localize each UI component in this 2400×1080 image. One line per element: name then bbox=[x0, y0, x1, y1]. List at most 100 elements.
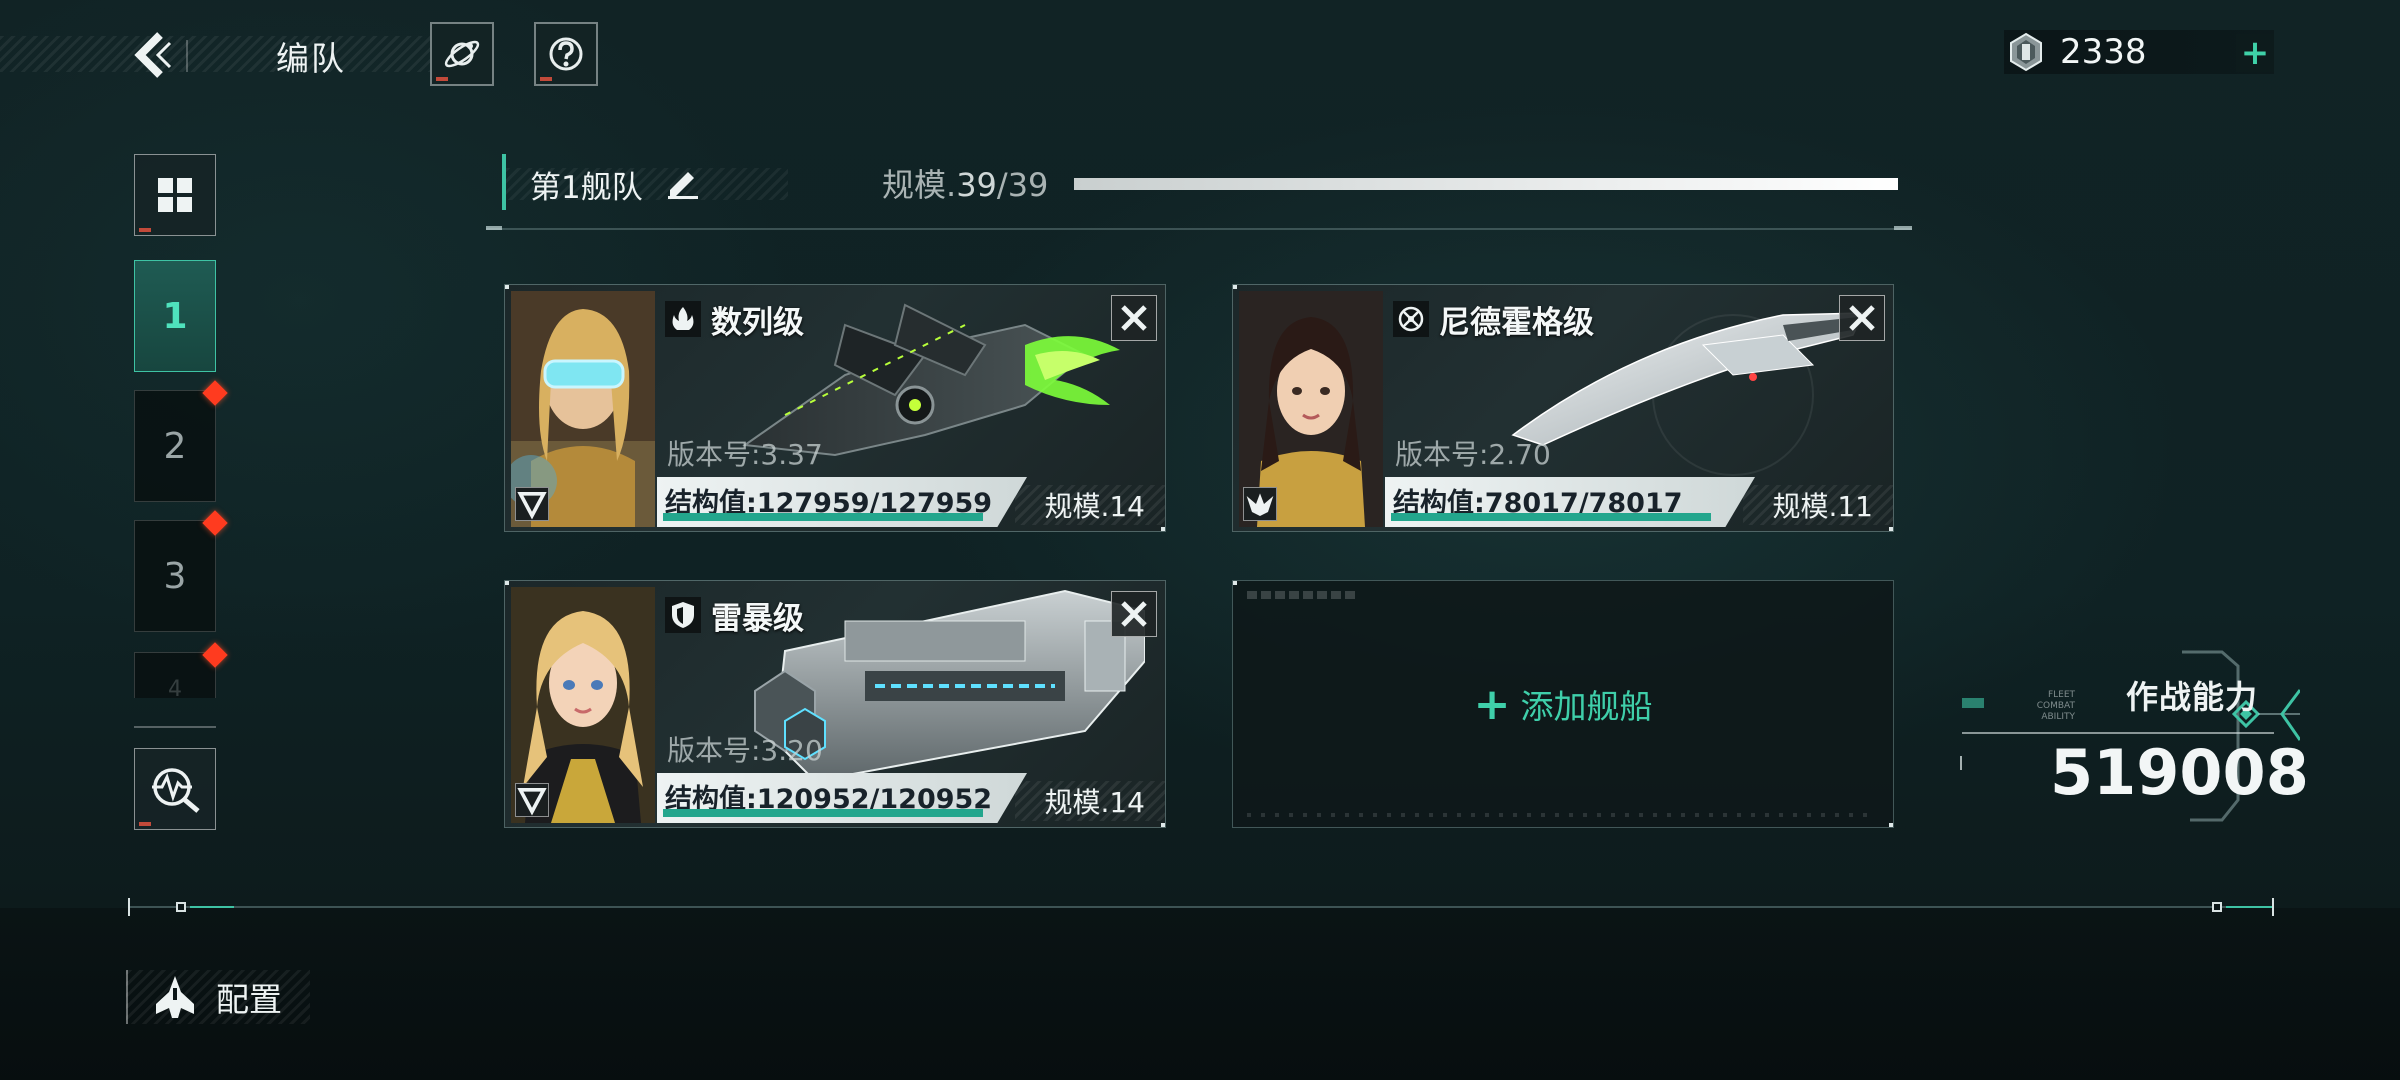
fleet-scale-current: 39 bbox=[956, 166, 997, 204]
ship-card[interactable]: 尼德霍格级 版本号:2.70 结构值:78017/78017 规模.11 bbox=[1232, 284, 1894, 532]
combat-power-tick bbox=[1960, 756, 1962, 770]
ship-hp-bar bbox=[663, 809, 983, 817]
captain-portrait bbox=[511, 291, 655, 527]
pencil-icon bbox=[668, 172, 698, 199]
edit-fleet-name-button[interactable] bbox=[664, 164, 700, 204]
chevron-left-icon bbox=[134, 32, 172, 78]
ship-scale: 规模.14 bbox=[1044, 490, 1145, 523]
spaceship-icon bbox=[156, 976, 194, 1018]
add-ship-label: 添加舰船 bbox=[1520, 687, 1653, 726]
combat-power-value: 519008 bbox=[2050, 736, 2309, 809]
fleet-tab-label: 4 bbox=[168, 677, 182, 702]
remove-ship-button[interactable] bbox=[1111, 295, 1157, 341]
crystal-icon bbox=[2004, 30, 2048, 74]
fleet-tab-2[interactable]: 2 bbox=[134, 380, 228, 502]
ship-scale: 规模.11 bbox=[1772, 490, 1873, 523]
help-button[interactable] bbox=[534, 22, 598, 86]
close-icon bbox=[1121, 305, 1147, 331]
grid-icon bbox=[158, 178, 192, 212]
tag-mark bbox=[436, 77, 448, 81]
bottom-rule bbox=[128, 906, 2274, 908]
remove-ship-button[interactable] bbox=[1839, 295, 1885, 341]
ship-scale: 规模.14 bbox=[1044, 786, 1145, 819]
page-title: 编队 bbox=[276, 39, 346, 78]
add-ship-slot[interactable]: + 添加舰船 bbox=[1232, 580, 1894, 828]
ship-version: 版本号:2.70 bbox=[1395, 438, 1551, 471]
add-currency-button[interactable]: + bbox=[2236, 34, 2274, 72]
config-button[interactable]: 配置 bbox=[126, 970, 310, 1024]
ship-card[interactable]: 数列级 版本号:3.37 结构值:127959/127959 规模.14 bbox=[504, 284, 1166, 532]
triangle-down-icon bbox=[515, 487, 549, 521]
add-ship-button[interactable]: + 添加舰船 bbox=[1233, 581, 1893, 827]
ship-name: 尼德霍格级 bbox=[1439, 305, 1594, 341]
rule-node bbox=[2212, 902, 2222, 912]
combat-power-sublabel-1: FLEET bbox=[2047, 690, 2075, 700]
fleet-accent-bar bbox=[502, 154, 506, 210]
back-button[interactable] bbox=[128, 30, 174, 80]
ship-hp-bar bbox=[1391, 513, 1711, 521]
ship-version: 版本号:3.20 bbox=[667, 734, 823, 767]
rule-node bbox=[176, 902, 186, 912]
fleet-scale-separator: / bbox=[996, 166, 1008, 204]
combat-power-sublabel-2: COMBAT ABILITY bbox=[2036, 700, 2075, 722]
plus-icon: + bbox=[1473, 678, 1511, 730]
rule-cap-right bbox=[2272, 898, 2274, 916]
close-icon bbox=[1849, 305, 1875, 331]
combat-power-label: 作战能力 bbox=[2126, 678, 2259, 716]
tag-mark bbox=[139, 228, 151, 232]
sidebar-divider bbox=[134, 726, 216, 728]
ship-hp-plate: 结构值:78017/78017 bbox=[1385, 477, 1755, 527]
captain-portrait bbox=[511, 587, 655, 823]
flame-icon bbox=[665, 301, 701, 337]
fleet-tab-label: 3 bbox=[163, 555, 187, 597]
tag-mark bbox=[540, 77, 552, 81]
combat-power-sublabel: FLEET COMBAT ABILITY bbox=[2010, 690, 2075, 722]
fleet-scale-bar bbox=[1074, 178, 1898, 190]
triangle-down-icon bbox=[515, 783, 549, 817]
ship-hp-plate: 结构值:120952/120952 bbox=[657, 773, 1027, 823]
ship-version: 版本号:3.37 bbox=[667, 438, 823, 471]
fleet-tab-label: 2 bbox=[163, 425, 187, 467]
remove-ship-button[interactable] bbox=[1111, 591, 1157, 637]
fleet-tab-3[interactable]: 3 bbox=[134, 510, 228, 632]
rule-accent bbox=[190, 906, 234, 908]
header-divider bbox=[186, 40, 188, 72]
planet-button[interactable] bbox=[430, 22, 494, 86]
notification-badge bbox=[202, 510, 228, 536]
overview-button[interactable] bbox=[134, 154, 216, 236]
rule-cap-left bbox=[128, 898, 130, 916]
tag-mark bbox=[139, 822, 151, 826]
fleet-divider bbox=[486, 228, 1912, 230]
captain-portrait bbox=[1239, 291, 1383, 527]
ship-hp-bar bbox=[663, 513, 983, 521]
ship-name: 雷暴级 bbox=[711, 601, 804, 637]
header-strip bbox=[0, 36, 430, 72]
notification-badge bbox=[202, 642, 228, 668]
fleet-scale-fill bbox=[1074, 178, 1898, 190]
divider-cap bbox=[1894, 226, 1912, 230]
fleet-scale: 规模.39/39 bbox=[882, 160, 1048, 206]
config-label: 配置 bbox=[216, 980, 282, 1019]
notification-badge bbox=[202, 380, 228, 406]
divider-cap bbox=[486, 226, 502, 230]
close-icon bbox=[1121, 601, 1147, 627]
currency-value: 2338 bbox=[2060, 32, 2147, 72]
wings-icon bbox=[1243, 487, 1277, 521]
bottom-bar bbox=[0, 908, 2400, 1080]
shield-icon bbox=[665, 597, 701, 633]
fleet-scale-label: 规模. bbox=[882, 166, 957, 204]
combat-power-divider bbox=[1962, 732, 2274, 734]
fleet-tab-1[interactable]: 1 bbox=[134, 260, 216, 372]
fleet-scale-max: 39 bbox=[1007, 166, 1049, 204]
question-icon bbox=[549, 37, 583, 71]
rule-accent bbox=[2226, 906, 2272, 908]
scan-button[interactable] bbox=[134, 748, 216, 830]
fleet-tab-4[interactable]: 4 bbox=[134, 642, 228, 702]
ship-card[interactable]: 雷暴级 版本号:3.20 结构值:120952/120952 规模.14 bbox=[504, 580, 1166, 828]
fleet-tab-label: 1 bbox=[162, 295, 188, 337]
target-icon bbox=[1393, 301, 1429, 337]
heartbeat-search-icon bbox=[152, 768, 200, 813]
ship-hp-plate: 结构值:127959/127959 bbox=[657, 477, 1027, 527]
ship-name: 数列级 bbox=[711, 305, 804, 341]
currency-display: 2338 + bbox=[2004, 30, 2274, 74]
